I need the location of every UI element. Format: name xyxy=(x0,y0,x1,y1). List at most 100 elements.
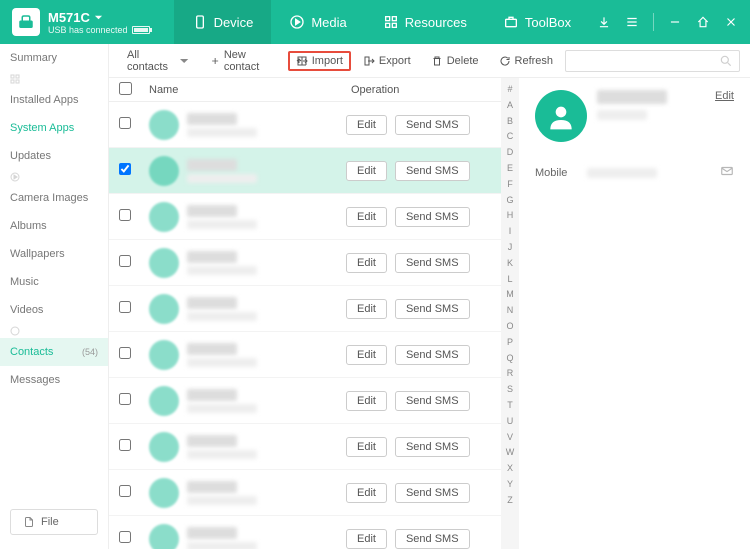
letter-X[interactable]: X xyxy=(507,461,513,477)
letter-Z[interactable]: Z xyxy=(507,493,513,509)
sidebar-item-music[interactable]: Music xyxy=(0,268,108,296)
letter-J[interactable]: J xyxy=(508,240,513,256)
tab-media[interactable]: Media xyxy=(271,0,364,44)
row-checkbox[interactable] xyxy=(119,301,131,313)
minimize-icon[interactable] xyxy=(668,15,682,29)
menu-icon[interactable] xyxy=(625,15,639,29)
letter-#[interactable]: # xyxy=(507,82,512,98)
export-button[interactable]: Export xyxy=(355,51,419,71)
tab-device[interactable]: Device xyxy=(174,0,272,44)
letter-H[interactable]: H xyxy=(507,208,514,224)
send-sms-button[interactable]: Send SMS xyxy=(395,529,470,549)
send-sms-button[interactable]: Send SMS xyxy=(395,345,470,365)
detail-edit-link[interactable]: Edit xyxy=(715,90,734,102)
sidebar-item-updates[interactable]: Updates xyxy=(0,142,108,170)
tab-toolbox[interactable]: ToolBox xyxy=(485,0,589,44)
letter-B[interactable]: B xyxy=(507,114,513,130)
device-info[interactable]: M571C USB has connected xyxy=(48,10,150,35)
letter-Q[interactable]: Q xyxy=(506,351,513,367)
edit-button[interactable]: Edit xyxy=(346,161,387,181)
import-button[interactable]: Import xyxy=(288,51,351,71)
row-checkbox[interactable] xyxy=(119,209,131,221)
sidebar-item-camera-images[interactable]: Camera Images xyxy=(0,184,108,212)
refresh-button[interactable]: Refresh xyxy=(491,51,562,71)
send-sms-button[interactable]: Send SMS xyxy=(395,161,470,181)
letter-F[interactable]: F xyxy=(507,177,513,193)
all-contacts-dropdown[interactable]: All contacts xyxy=(119,45,198,77)
select-all-checkbox[interactable] xyxy=(119,82,132,95)
tab-resources[interactable]: Resources xyxy=(365,0,485,44)
letter-C[interactable]: C xyxy=(507,129,514,145)
sidebar-item-installed-apps[interactable]: Installed Apps xyxy=(0,86,108,114)
letter-K[interactable]: K xyxy=(507,256,513,272)
letter-I[interactable]: I xyxy=(509,224,512,240)
edit-button[interactable]: Edit xyxy=(346,529,387,549)
sidebar-item-system-apps[interactable]: System Apps xyxy=(0,114,108,142)
letter-N[interactable]: N xyxy=(507,303,514,319)
sidebar-item-summary[interactable]: Summary xyxy=(0,44,108,72)
table-row[interactable]: Edit Send SMS xyxy=(109,148,501,194)
edit-button[interactable]: Edit xyxy=(346,391,387,411)
table-row[interactable]: Edit Send SMS xyxy=(109,378,501,424)
letter-D[interactable]: D xyxy=(507,145,514,161)
sidebar-item-videos[interactable]: Videos xyxy=(0,296,108,324)
table-row[interactable]: Edit Send SMS xyxy=(109,516,501,549)
letter-T[interactable]: T xyxy=(507,398,513,414)
send-sms-button[interactable]: Send SMS xyxy=(395,207,470,227)
close-icon[interactable] xyxy=(724,15,738,29)
letter-A[interactable]: A xyxy=(507,98,513,114)
letter-L[interactable]: L xyxy=(507,272,512,288)
sidebar-item-messages[interactable]: Messages xyxy=(0,366,108,394)
table-row[interactable]: Edit Send SMS xyxy=(109,332,501,378)
table-row[interactable]: Edit Send SMS xyxy=(109,194,501,240)
letter-R[interactable]: R xyxy=(507,366,514,382)
row-checkbox[interactable] xyxy=(119,117,131,129)
send-sms-button[interactable]: Send SMS xyxy=(395,483,470,503)
search-input[interactable] xyxy=(572,55,719,67)
sidebar-item-contacts[interactable]: Contacts(54) xyxy=(0,338,108,366)
letter-E[interactable]: E xyxy=(507,161,513,177)
send-sms-button[interactable]: Send SMS xyxy=(395,253,470,273)
download-icon[interactable] xyxy=(597,15,611,29)
letter-W[interactable]: W xyxy=(506,445,515,461)
edit-button[interactable]: Edit xyxy=(346,345,387,365)
table-row[interactable]: Edit Send SMS xyxy=(109,240,501,286)
edit-button[interactable]: Edit xyxy=(346,253,387,273)
letter-G[interactable]: G xyxy=(506,193,513,209)
file-button[interactable]: File xyxy=(10,509,98,535)
edit-button[interactable]: Edit xyxy=(346,437,387,457)
send-sms-button[interactable]: Send SMS xyxy=(395,115,470,135)
letter-V[interactable]: V xyxy=(507,430,513,446)
table-row[interactable]: Edit Send SMS xyxy=(109,424,501,470)
row-checkbox[interactable] xyxy=(119,163,131,175)
row-checkbox[interactable] xyxy=(119,439,131,451)
delete-button[interactable]: Delete xyxy=(423,51,487,71)
row-checkbox[interactable] xyxy=(119,255,131,267)
letter-M[interactable]: M xyxy=(506,287,514,303)
table-row[interactable]: Edit Send SMS xyxy=(109,102,501,148)
letter-S[interactable]: S xyxy=(507,382,513,398)
letter-U[interactable]: U xyxy=(507,414,514,430)
edit-button[interactable]: Edit xyxy=(346,115,387,135)
table-row[interactable]: Edit Send SMS xyxy=(109,286,501,332)
mail-icon[interactable] xyxy=(720,164,734,181)
search-box[interactable] xyxy=(565,50,740,72)
new-contact-button[interactable]: New contact xyxy=(202,45,284,77)
row-checkbox[interactable] xyxy=(119,393,131,405)
row-checkbox[interactable] xyxy=(119,531,131,543)
row-checkbox[interactable] xyxy=(119,485,131,497)
send-sms-button[interactable]: Send SMS xyxy=(395,299,470,319)
home-icon[interactable] xyxy=(696,15,710,29)
letter-P[interactable]: P xyxy=(507,335,513,351)
send-sms-button[interactable]: Send SMS xyxy=(395,391,470,411)
table-row[interactable]: Edit Send SMS xyxy=(109,470,501,516)
letter-Y[interactable]: Y xyxy=(507,477,513,493)
sidebar-item-wallpapers[interactable]: Wallpapers xyxy=(0,240,108,268)
sidebar-item-albums[interactable]: Albums xyxy=(0,212,108,240)
row-checkbox[interactable] xyxy=(119,347,131,359)
edit-button[interactable]: Edit xyxy=(346,207,387,227)
letter-O[interactable]: O xyxy=(506,319,513,335)
edit-button[interactable]: Edit xyxy=(346,299,387,319)
edit-button[interactable]: Edit xyxy=(346,483,387,503)
send-sms-button[interactable]: Send SMS xyxy=(395,437,470,457)
